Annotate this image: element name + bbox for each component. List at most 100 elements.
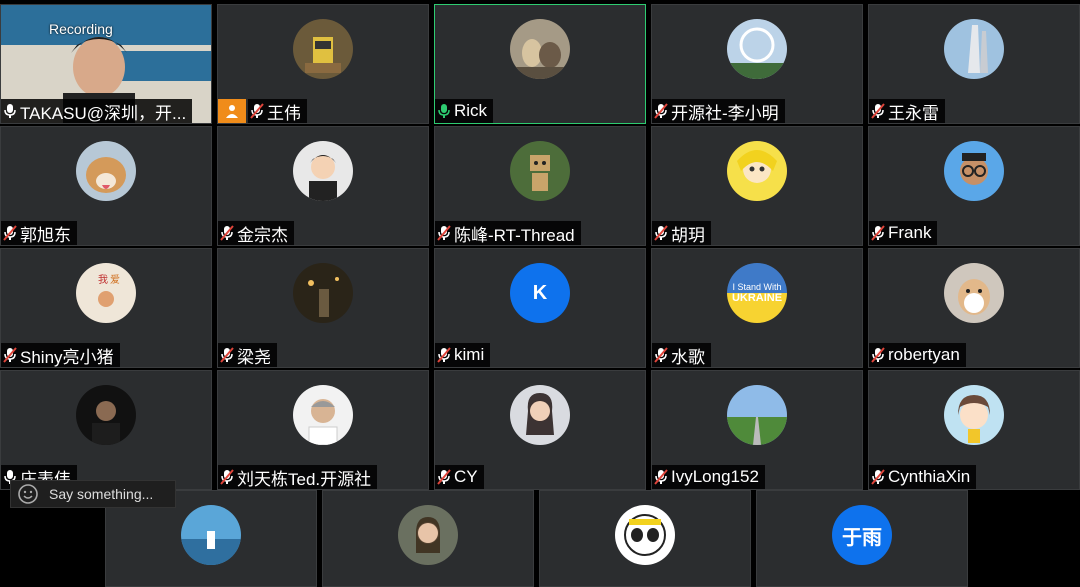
mic-muted-icon [250, 103, 264, 119]
participant-tile[interactable]: I Stand With UKRAINE 水歌 [651, 248, 863, 368]
participant-tile[interactable]: Kkimi [434, 248, 646, 368]
badge-line-1: I Stand With [732, 282, 782, 292]
participant-name-bar: 胡玥 [652, 221, 711, 245]
mic-muted-icon [871, 103, 885, 119]
participant-tile[interactable]: 梁尧 [217, 248, 429, 368]
participant-name: IvyLong152 [671, 467, 759, 486]
mic-icon [4, 104, 16, 118]
emoji-icon[interactable] [17, 483, 39, 505]
participant-tile[interactable]: 陈峰-RT-Thread [434, 126, 646, 246]
chat-placeholder: Say something... [49, 486, 154, 502]
participant-name: TAKASU@深圳，开... [20, 103, 187, 123]
mic-muted-icon [871, 347, 885, 363]
participant-avatar [293, 263, 353, 323]
mic-muted-icon [654, 103, 668, 119]
participant-tile[interactable]: IvyLong152 [651, 370, 863, 490]
participant-grid: Recording TAKASU@深圳，开... 王伟 Rick 开源社-李小明 王永雷郭… [0, 0, 1080, 587]
participant-name: 开源社-李小明 [671, 103, 779, 123]
participant-name-bar: 梁尧 [218, 343, 277, 367]
participant-tile[interactable]: 金宗杰 [217, 126, 429, 246]
participant-name: 王永雷 [888, 103, 939, 123]
participant-tile[interactable]: 开源社-李小明 [651, 4, 863, 124]
participant-tile[interactable] [539, 490, 751, 587]
mic-muted-icon [220, 225, 234, 241]
participant-name-bar: Frank [869, 221, 938, 245]
participant-name-bar: CY [435, 465, 484, 489]
participant-name-bar: IvyLong152 [652, 465, 765, 489]
participant-name-bar: Shiny亮小猪 [1, 343, 120, 367]
participant-tile[interactable]: Rick [434, 4, 646, 124]
participant-name-bar: 郭旭东 [1, 221, 77, 245]
participant-name: CynthiaXin [888, 467, 971, 486]
participant-avatar [727, 19, 787, 79]
participant-name: Frank [888, 223, 932, 242]
mic-muted-icon [654, 347, 668, 363]
participant-name-bar: robertyan [869, 343, 966, 367]
mic-muted-icon [871, 469, 885, 485]
participant-avatar [398, 505, 458, 565]
participant-avatar [510, 385, 570, 445]
participant-name: 胡玥 [671, 225, 705, 245]
participant-avatar [510, 141, 570, 201]
participant-avatar [510, 19, 570, 79]
participant-name: 金宗杰 [237, 225, 288, 245]
participant-tile[interactable] [322, 490, 534, 587]
participant-name-bar: 陈峰-RT-Thread [435, 221, 581, 245]
participant-tile[interactable]: robertyan [868, 248, 1080, 368]
participant-avatar [727, 141, 787, 201]
svg-text:我: 我 [98, 274, 108, 286]
participant-avatar [615, 505, 675, 565]
participant-avatar: 于雨 [832, 505, 892, 565]
participant-tile[interactable]: 郭旭东 [0, 126, 212, 246]
mic-muted-icon [871, 225, 885, 241]
participant-avatar [944, 385, 1004, 445]
mic-muted-icon [437, 469, 451, 485]
participant-tile[interactable]: 王永雷 [868, 4, 1080, 124]
participant-avatar: 我爱 [76, 263, 136, 323]
mic-muted-icon [437, 347, 451, 363]
participant-avatar [76, 141, 136, 201]
participant-name: robertyan [888, 345, 960, 364]
participant-name: 陈峰-RT-Thread [454, 225, 575, 245]
participant-tile[interactable]: CynthiaXin [868, 370, 1080, 490]
participant-avatar [727, 385, 787, 445]
participant-name-bar: 开源社-李小明 [652, 99, 785, 123]
chat-input[interactable]: Say something... [10, 480, 176, 508]
mic-icon [438, 104, 450, 118]
participant-avatar [293, 19, 353, 79]
participant-name-bar: kimi [435, 343, 491, 367]
mic-muted-icon [437, 225, 451, 241]
participant-name-bar: CynthiaXin [869, 465, 977, 489]
participant-name: 水歌 [671, 347, 705, 367]
participant-tile[interactable]: CY [434, 370, 646, 490]
mic-muted-icon [3, 225, 17, 241]
participant-name-bar: 王伟 [248, 99, 307, 123]
participant-name-bar: 王永雷 [869, 99, 945, 123]
participant-name: Shiny亮小猪 [20, 347, 114, 367]
participant-tile[interactable]: 王伟 [217, 4, 429, 124]
participant-tile[interactable]: 刘天栋Ted.开源社 [217, 370, 429, 490]
participant-tile[interactable]: 庄表伟 [0, 370, 212, 490]
participant-tile[interactable]: 胡玥 [651, 126, 863, 246]
participant-tile[interactable]: Recording TAKASU@深圳，开... [0, 4, 212, 124]
participant-tile[interactable]: 于雨 [756, 490, 968, 587]
participant-avatar [944, 263, 1004, 323]
participant-name: 梁尧 [237, 347, 271, 367]
participant-name: CY [454, 467, 478, 486]
participant-avatar [76, 385, 136, 445]
participant-name-bar: 金宗杰 [218, 221, 294, 245]
participant-name-bar: Rick [435, 99, 494, 123]
badge-line-2: UKRAINE [731, 292, 783, 304]
participant-name: kimi [454, 345, 485, 364]
participant-name-bar: 刘天栋Ted.开源社 [218, 465, 378, 489]
svg-text:爱: 爱 [110, 273, 120, 286]
participant-tile[interactable]: Frank [868, 126, 1080, 246]
host-icon [218, 99, 246, 123]
participant-name-bar: TAKASU@深圳，开... [1, 99, 193, 123]
mic-muted-icon [654, 469, 668, 485]
participant-tile[interactable]: 我爱 Shiny亮小猪 [0, 248, 212, 368]
participant-avatar [944, 19, 1004, 79]
mic-muted-icon [654, 225, 668, 241]
participant-name-bar: 水歌 [652, 343, 711, 367]
participant-name: 郭旭东 [20, 225, 71, 245]
